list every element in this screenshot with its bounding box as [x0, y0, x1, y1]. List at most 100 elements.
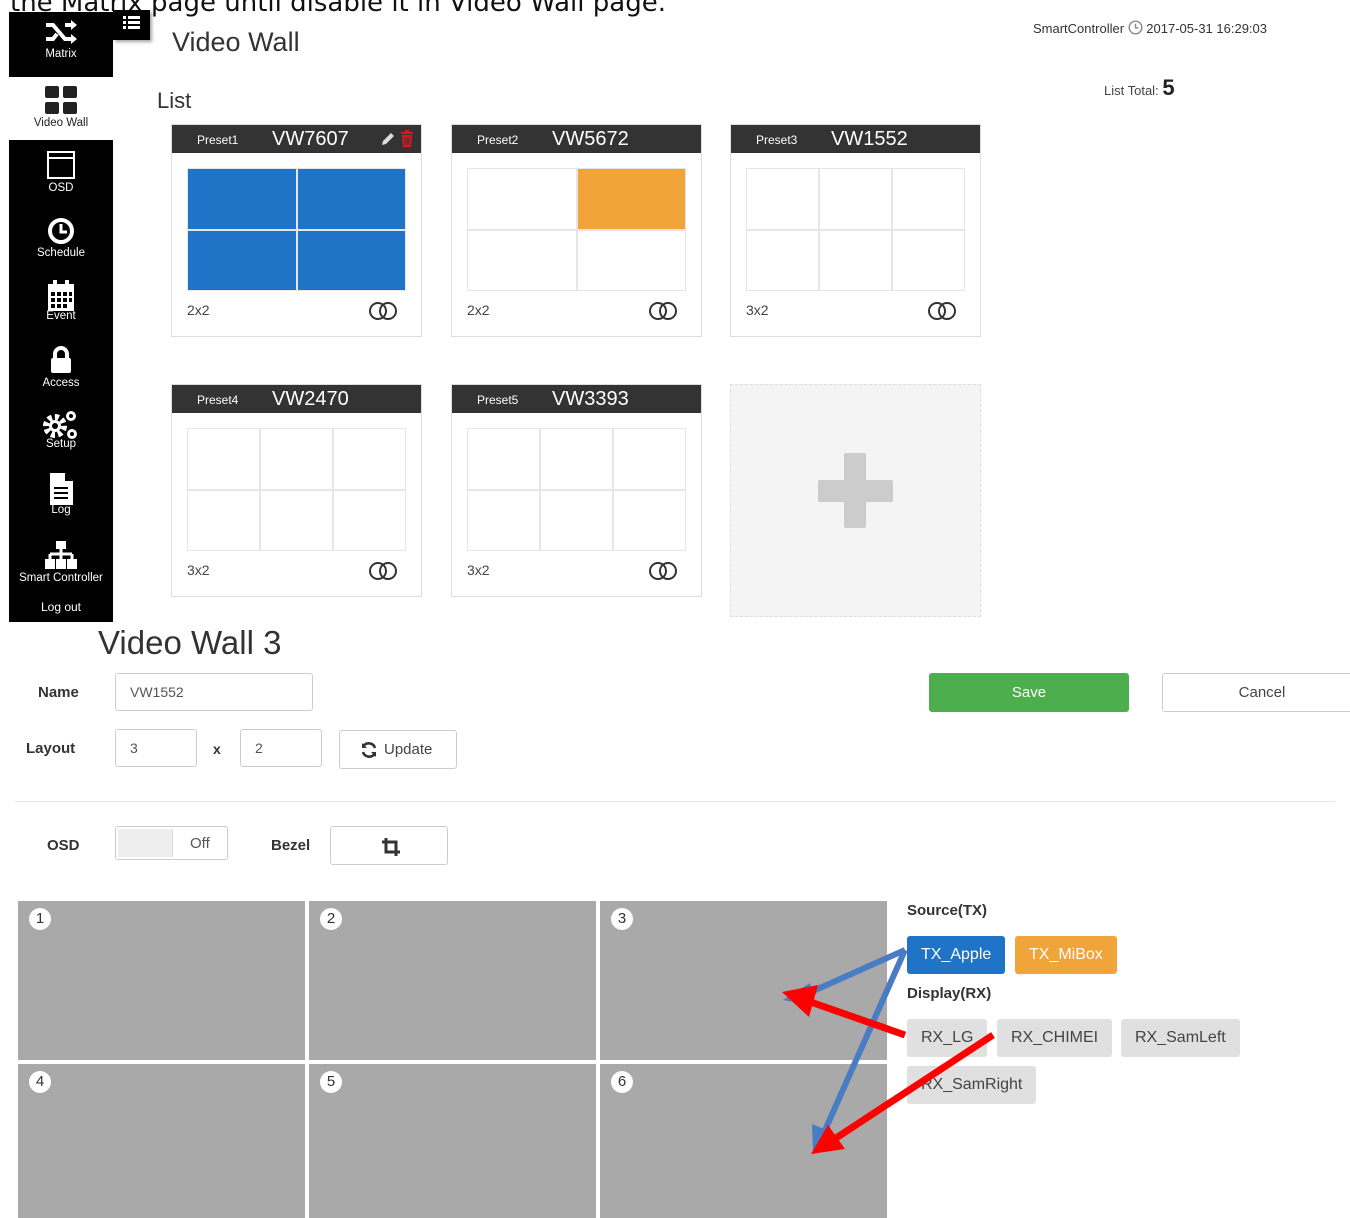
pencil-icon[interactable] [380, 131, 396, 147]
preset-layout-cell [747, 169, 818, 229]
sidebar-item-label: Video Wall [33, 117, 89, 129]
preset-layout-size: 3x2 [746, 302, 769, 318]
preset-name: VW1552 [831, 128, 908, 150]
preset-card-header: Preset2 VW5672 [452, 125, 701, 153]
wall-screen[interactable]: 3 [600, 901, 887, 1060]
wall-screen[interactable]: 5 [309, 1064, 596, 1218]
wall-screen[interactable]: 2 [309, 901, 596, 1060]
preset-layout-cell [297, 169, 405, 229]
toggle-icon[interactable] [368, 301, 398, 321]
toggle-icon[interactable] [927, 301, 957, 321]
sidebar-item-smart-controller[interactable]: Smart Controller [9, 540, 113, 600]
list-total: List Total: 5 [1104, 75, 1175, 101]
source-tx-mibox[interactable]: TX_MiBox [1015, 936, 1117, 974]
sidebar-item-label: Matrix [45, 48, 77, 60]
sidebar-item-schedule[interactable]: Schedule [9, 217, 113, 277]
update-button[interactable]: Update [339, 730, 457, 769]
display-rx-lg[interactable]: RX_LG [907, 1019, 988, 1057]
sidebar-item-label: Schedule [37, 247, 85, 259]
sidebar-item-label: Setup [45, 438, 77, 450]
preset-layout-cell [188, 490, 259, 550]
sidebar-item-matrix[interactable]: Matrix [9, 18, 113, 78]
source-tx-apple[interactable]: TX_Apple [907, 936, 1006, 974]
display-label: Display(RX) [907, 985, 992, 1002]
list-icon [123, 16, 140, 29]
preset-name: VW2470 [272, 388, 349, 410]
preset-name: VW3393 [552, 388, 629, 410]
sidebar-item-label: Smart Controller [19, 572, 103, 584]
layout-rows-input[interactable]: 2 [240, 729, 322, 767]
preset-card[interactable]: Preset1 VW7607 2x2 [171, 124, 422, 337]
preset-layout-grid [187, 168, 406, 291]
preset-card[interactable]: Preset3 VW1552 3x2 [730, 124, 981, 337]
toggle-icon[interactable] [648, 561, 678, 581]
preset-layout-cell [297, 230, 405, 290]
window-icon [47, 151, 75, 179]
sidebar-item-setup[interactable]: Setup [9, 408, 113, 468]
preset-layout-cell [820, 230, 891, 290]
preset-layout-cell [893, 230, 964, 290]
sidebar-item-event[interactable]: Event [9, 279, 113, 339]
sidebar-item-log[interactable]: Log [9, 472, 113, 532]
sidebar-item-label: OSD [48, 182, 74, 194]
sidebar-toggle-button[interactable] [113, 10, 150, 40]
toggle-icon[interactable] [648, 301, 678, 321]
preset-card[interactable]: Preset4 VW2470 3x2 [171, 384, 422, 597]
gears-icon [43, 411, 77, 439]
video-wall-preview: 1 2 3 4 5 6 [18, 901, 887, 1218]
preset-layout-cell [577, 169, 685, 229]
bezel-button[interactable] [330, 826, 448, 865]
sidebar: Matrix Video Wall OSD Schedule Event Acc… [9, 12, 113, 622]
preset-layout-grid [187, 428, 406, 551]
toggle-icon[interactable] [368, 561, 398, 581]
layout-columns-input[interactable]: 3 [115, 729, 197, 767]
screen-number: 5 [320, 1071, 342, 1093]
sidebar-item-label: Log [51, 504, 71, 516]
sidebar-item-access[interactable]: Access [9, 345, 113, 405]
display-rx-samleft[interactable]: RX_SamLeft [1121, 1019, 1240, 1057]
add-preset-button[interactable] [730, 384, 981, 617]
bezel-label: Bezel [271, 837, 311, 854]
preset-card-header: Preset4 VW2470 [172, 385, 421, 413]
display-rx-chimei[interactable]: RX_CHIMEI [997, 1019, 1113, 1057]
sitemap-icon [45, 541, 77, 569]
lock-icon [51, 346, 71, 373]
preset-card[interactable]: Preset2 VW5672 2x2 [451, 124, 702, 337]
section-divider [15, 801, 1335, 802]
preset-card-header: Preset5 VW3393 [452, 385, 701, 413]
preset-layout-size: 2x2 [187, 302, 210, 318]
preset-layout-cell [468, 429, 539, 489]
layout-x-separator: x [213, 741, 221, 757]
preset-layout-cell [893, 169, 964, 229]
cancel-button[interactable]: Cancel [1162, 673, 1350, 712]
preset-layout-cell [188, 169, 296, 229]
wall-screen[interactable]: 4 [18, 1064, 305, 1218]
preset-card[interactable]: Preset5 VW3393 3x2 [451, 384, 702, 597]
logout-link[interactable]: Log out [9, 600, 113, 614]
preset-layout-cell [820, 169, 891, 229]
preset-label: Preset4 [197, 393, 239, 407]
page-title: Video Wall [172, 27, 300, 57]
wall-screen[interactable]: 6 [600, 1064, 887, 1218]
sidebar-item-video-wall[interactable]: Video Wall [9, 77, 113, 140]
screenshot-root: the Matrix page until disable it in Vide… [0, 0, 1350, 1218]
screen-number: 4 [29, 1071, 51, 1093]
save-button[interactable]: Save [929, 673, 1129, 712]
wall-screen[interactable]: 1 [18, 901, 305, 1060]
preset-layout-cell [541, 429, 612, 489]
calendar-icon [48, 280, 74, 311]
controller-name: SmartController [1033, 21, 1125, 36]
sidebar-item-osd[interactable]: OSD [9, 150, 113, 210]
display-rx-samright[interactable]: RX_SamRight [907, 1066, 1037, 1104]
list-total-count: 5 [1162, 75, 1175, 100]
osd-toggle[interactable]: Off [115, 826, 228, 860]
sidebar-item-label: Event [46, 310, 76, 322]
name-input[interactable]: VW1552 [115, 673, 313, 711]
screen-number: 1 [29, 908, 51, 930]
trash-icon[interactable] [400, 130, 414, 147]
layout-label: Layout [26, 740, 76, 757]
shuffle-icon [46, 20, 77, 44]
current-datetime: 2017-05-31 16:29:03 [1146, 21, 1267, 36]
preset-name: VW7607 [272, 128, 349, 150]
preset-label: Preset5 [477, 393, 519, 407]
